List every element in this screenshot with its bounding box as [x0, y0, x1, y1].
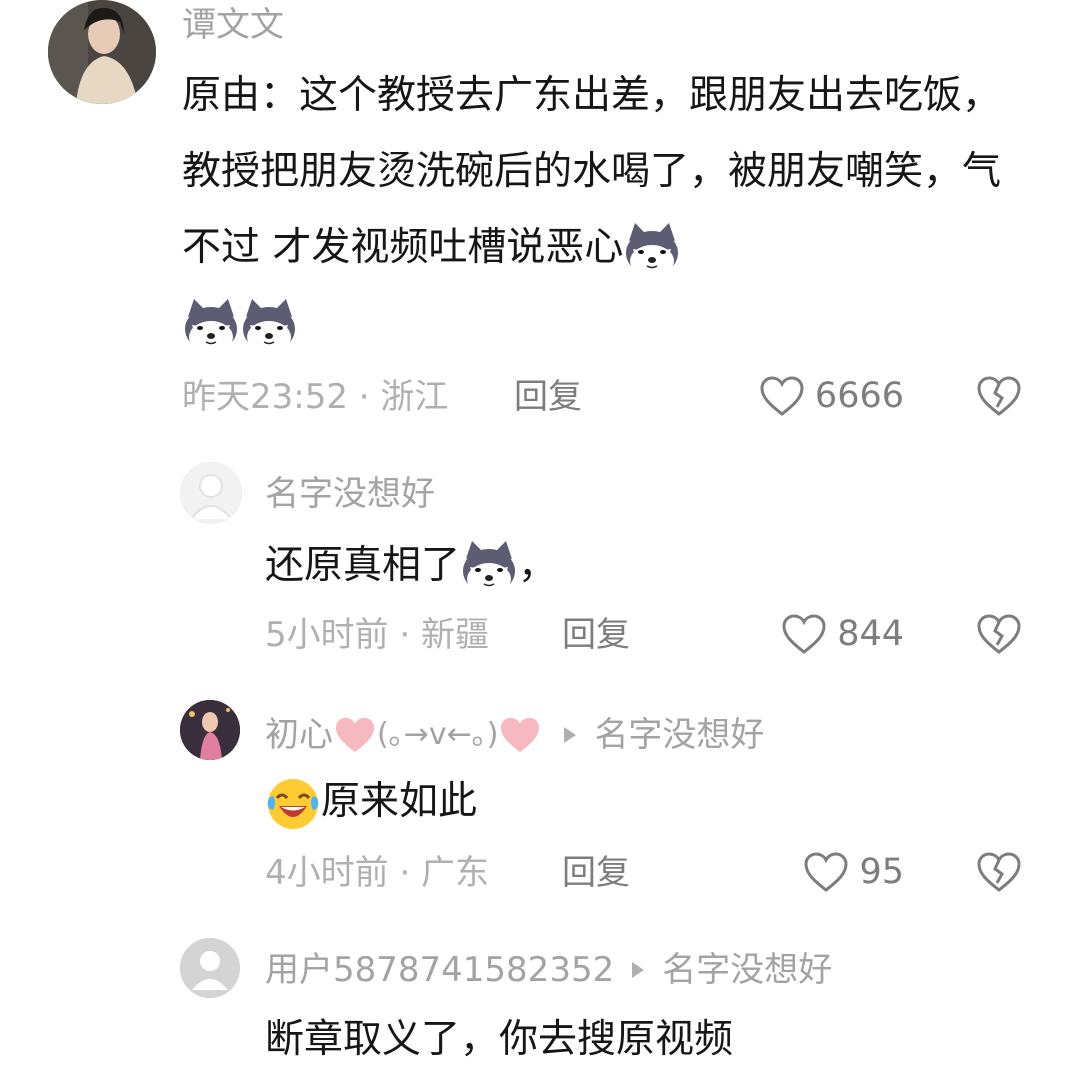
dislike-button[interactable]	[976, 613, 1022, 655]
avatar[interactable]	[180, 700, 240, 760]
avatar[interactable]	[180, 938, 240, 998]
broken-heart-icon	[976, 851, 1022, 893]
reply-arrow-icon	[630, 960, 646, 980]
like-count: 844	[837, 613, 904, 654]
reply-time-location: 4小时前 · 广东	[265, 853, 490, 893]
avatar[interactable]	[180, 462, 242, 524]
like-button[interactable]: 6666	[759, 375, 904, 417]
avatar[interactable]	[48, 0, 156, 104]
comment-text: 原由：这个教授去广东出差，跟朋友出去吃饭，教授把朋友烫洗碗后的水喝了，被朋友嘲笑…	[182, 58, 1022, 362]
heart-outline-icon	[781, 613, 827, 655]
author-name-text: 用户5878741582352	[265, 950, 615, 990]
reply-button[interactable]: 回复	[562, 856, 630, 890]
comment-time-location: 昨天23:52 · 浙江	[182, 377, 449, 417]
reply-time-location: 5小时前 · 新疆	[265, 615, 490, 655]
comment-text-content: 原由：这个教授去广东出差，跟朋友出去吃饭，教授把朋友烫洗碗后的水喝了，被朋友嘲笑…	[182, 73, 1002, 270]
author-kaomoji: (｡→v←｡)	[377, 717, 499, 752]
author-name[interactable]: 初心 (｡→v←｡) 名字没想好	[265, 715, 764, 755]
reply-text-content: 原来如此	[321, 779, 478, 824]
like-count: 6666	[814, 375, 904, 416]
reply-button[interactable]: 回复	[514, 380, 582, 414]
author-name-text: 初心	[265, 715, 333, 755]
like-count: 95	[859, 851, 904, 892]
reply-text: 原来如此	[265, 764, 1025, 840]
laughing-crying-emoji-icon	[265, 776, 321, 832]
reply-text: 还原真相了 ，	[265, 528, 1025, 604]
husky-emoji-icon	[623, 221, 681, 279]
pink-heart-icon	[498, 715, 542, 755]
reply-button[interactable]: 回复	[562, 618, 630, 652]
husky-emoji-icon	[182, 297, 240, 355]
reply-text-suffix: ，	[518, 543, 558, 588]
reply-to-name[interactable]: 名字没想好	[594, 718, 764, 752]
broken-heart-icon	[976, 375, 1022, 417]
reply-text-content: 还原真相了	[265, 543, 461, 588]
reply-to-name[interactable]: 名字没想好	[662, 953, 832, 987]
author-name[interactable]: 谭文文	[182, 8, 284, 42]
broken-heart-icon	[976, 613, 1022, 655]
reply-text: 断章取义了，你去搜原视频	[265, 1017, 734, 1062]
reply-arrow-icon	[562, 725, 578, 745]
like-button[interactable]: 95	[803, 851, 904, 893]
heart-outline-icon	[803, 851, 849, 893]
husky-emoji-icon	[460, 539, 518, 597]
heart-outline-icon	[759, 375, 805, 417]
dislike-button[interactable]	[976, 375, 1022, 417]
dislike-button[interactable]	[976, 851, 1022, 893]
husky-emoji-icon	[240, 297, 298, 355]
author-name[interactable]: 名字没想好	[265, 477, 435, 511]
like-button[interactable]: 844	[781, 613, 904, 655]
author-name[interactable]: 用户5878741582352 名字没想好	[265, 953, 832, 987]
pink-heart-icon	[333, 715, 377, 755]
